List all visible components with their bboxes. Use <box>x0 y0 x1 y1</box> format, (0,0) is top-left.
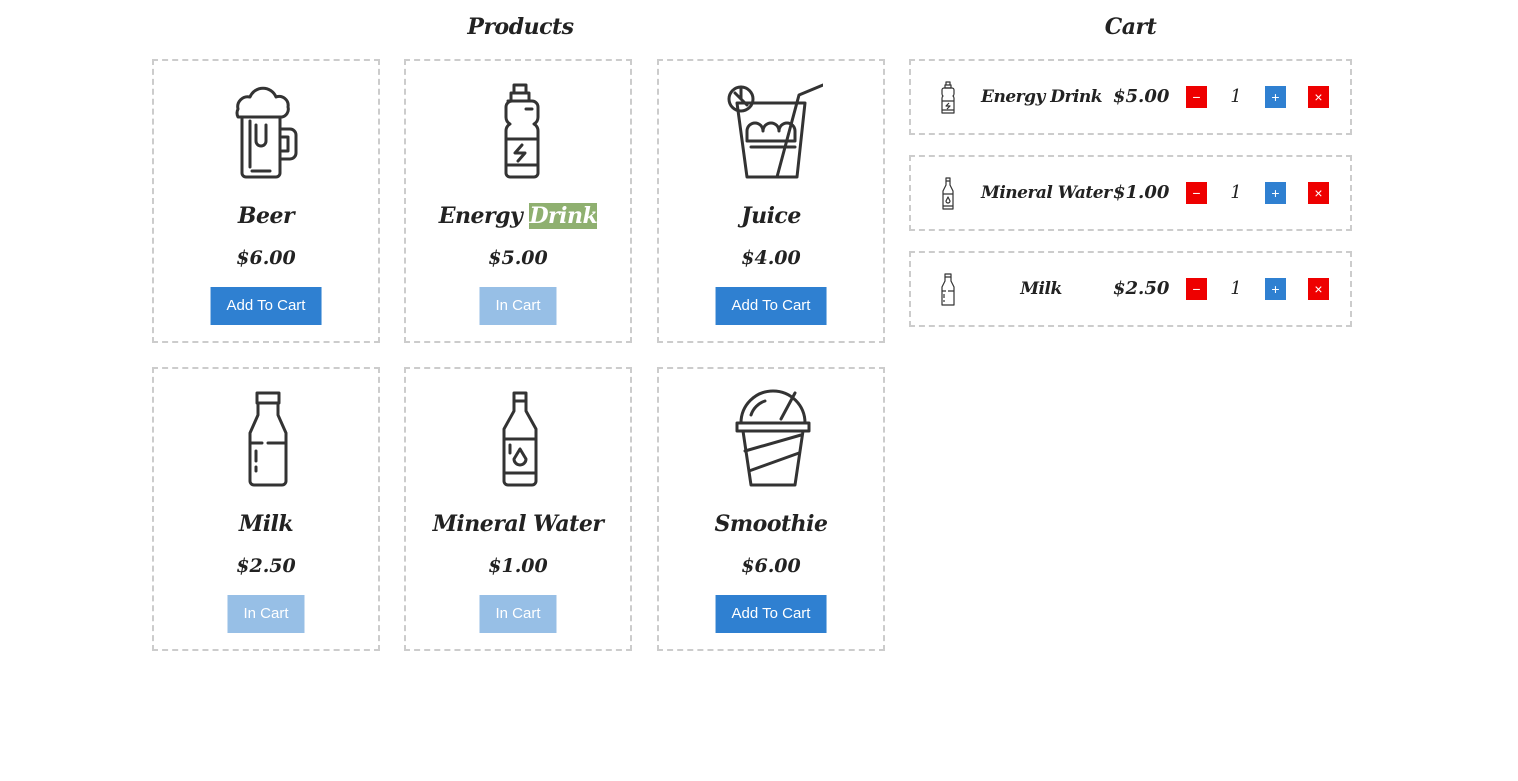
product-card-beer: Beer $6.00 Add To Cart <box>152 59 380 343</box>
product-card-energy-drink: Energy Drink $5.00 In Cart <box>404 59 632 343</box>
product-card-juice: Juice $4.00 Add To Cart <box>657 59 885 343</box>
products-heading: Products <box>467 14 574 40</box>
water-bottle-icon <box>942 177 954 210</box>
product-price: $6.00 <box>741 555 801 577</box>
product-name: Milk <box>238 511 294 537</box>
add-to-cart-button[interactable]: Add To Cart <box>715 595 827 633</box>
cart-item-name: Mineral Water <box>981 183 1112 203</box>
product-card-milk: Milk $2.50 In Cart <box>152 367 380 651</box>
in-cart-button[interactable]: In Cart <box>479 595 557 633</box>
cart-item-milk: Milk $2.50 − 1 + × <box>909 251 1352 327</box>
juice-glass-icon <box>727 83 823 179</box>
cart-item-quantity: 1 <box>1230 86 1242 107</box>
in-cart-button[interactable]: In Cart <box>479 287 557 325</box>
cart-item-name: Milk <box>1020 279 1062 299</box>
smoothie-cup-icon <box>735 389 811 487</box>
product-price: $4.00 <box>741 247 801 269</box>
add-to-cart-button[interactable]: Add To Cart <box>715 287 827 325</box>
product-price: $5.00 <box>488 247 548 269</box>
cart-item-price: $5.00 <box>1113 86 1170 107</box>
remove-item-button[interactable]: × <box>1308 86 1329 108</box>
product-card-smoothie: Smoothie $6.00 Add To Cart <box>657 367 885 651</box>
cart-item-mineral-water: Mineral Water $1.00 − 1 + × <box>909 155 1352 231</box>
product-price: $2.50 <box>236 555 296 577</box>
decrease-quantity-button[interactable]: − <box>1186 278 1207 300</box>
product-name: Energy Drink <box>438 203 598 229</box>
decrease-quantity-button[interactable]: − <box>1186 182 1207 204</box>
cart-item-price: $2.50 <box>1113 278 1170 299</box>
cart-heading: Cart <box>1104 14 1157 40</box>
product-price: $6.00 <box>236 247 296 269</box>
milk-bottle-icon <box>248 391 288 487</box>
milk-bottle-icon <box>941 273 955 306</box>
increase-quantity-button[interactable]: + <box>1265 278 1286 300</box>
cart-item-quantity: 1 <box>1230 182 1242 203</box>
product-name: Mineral Water <box>432 511 604 537</box>
add-to-cart-button[interactable]: Add To Cart <box>210 287 322 325</box>
remove-item-button[interactable]: × <box>1308 182 1329 204</box>
cart-item-quantity: 1 <box>1230 278 1242 299</box>
product-card-mineral-water: Mineral Water $1.00 In Cart <box>404 367 632 651</box>
increase-quantity-button[interactable]: + <box>1265 86 1286 108</box>
increase-quantity-button[interactable]: + <box>1265 182 1286 204</box>
energy-drink-bottle-icon <box>941 81 955 114</box>
beer-mug-icon <box>235 86 298 179</box>
product-name: Beer <box>237 203 295 229</box>
cart-item-energy-drink: Energy Drink $5.00 − 1 + × <box>909 59 1352 135</box>
in-cart-button[interactable]: In Cart <box>227 595 305 633</box>
cart-item-name: Energy Drink <box>981 87 1103 107</box>
energy-drink-bottle-icon <box>504 83 540 179</box>
water-bottle-icon <box>502 391 538 487</box>
cart-item-price: $1.00 <box>1113 182 1170 203</box>
product-price: $1.00 <box>488 555 548 577</box>
product-name: Juice <box>741 203 801 229</box>
decrease-quantity-button[interactable]: − <box>1186 86 1207 108</box>
remove-item-button[interactable]: × <box>1308 278 1329 300</box>
product-name: Smoothie <box>714 511 828 537</box>
highlighted-text: Drink <box>529 203 598 229</box>
